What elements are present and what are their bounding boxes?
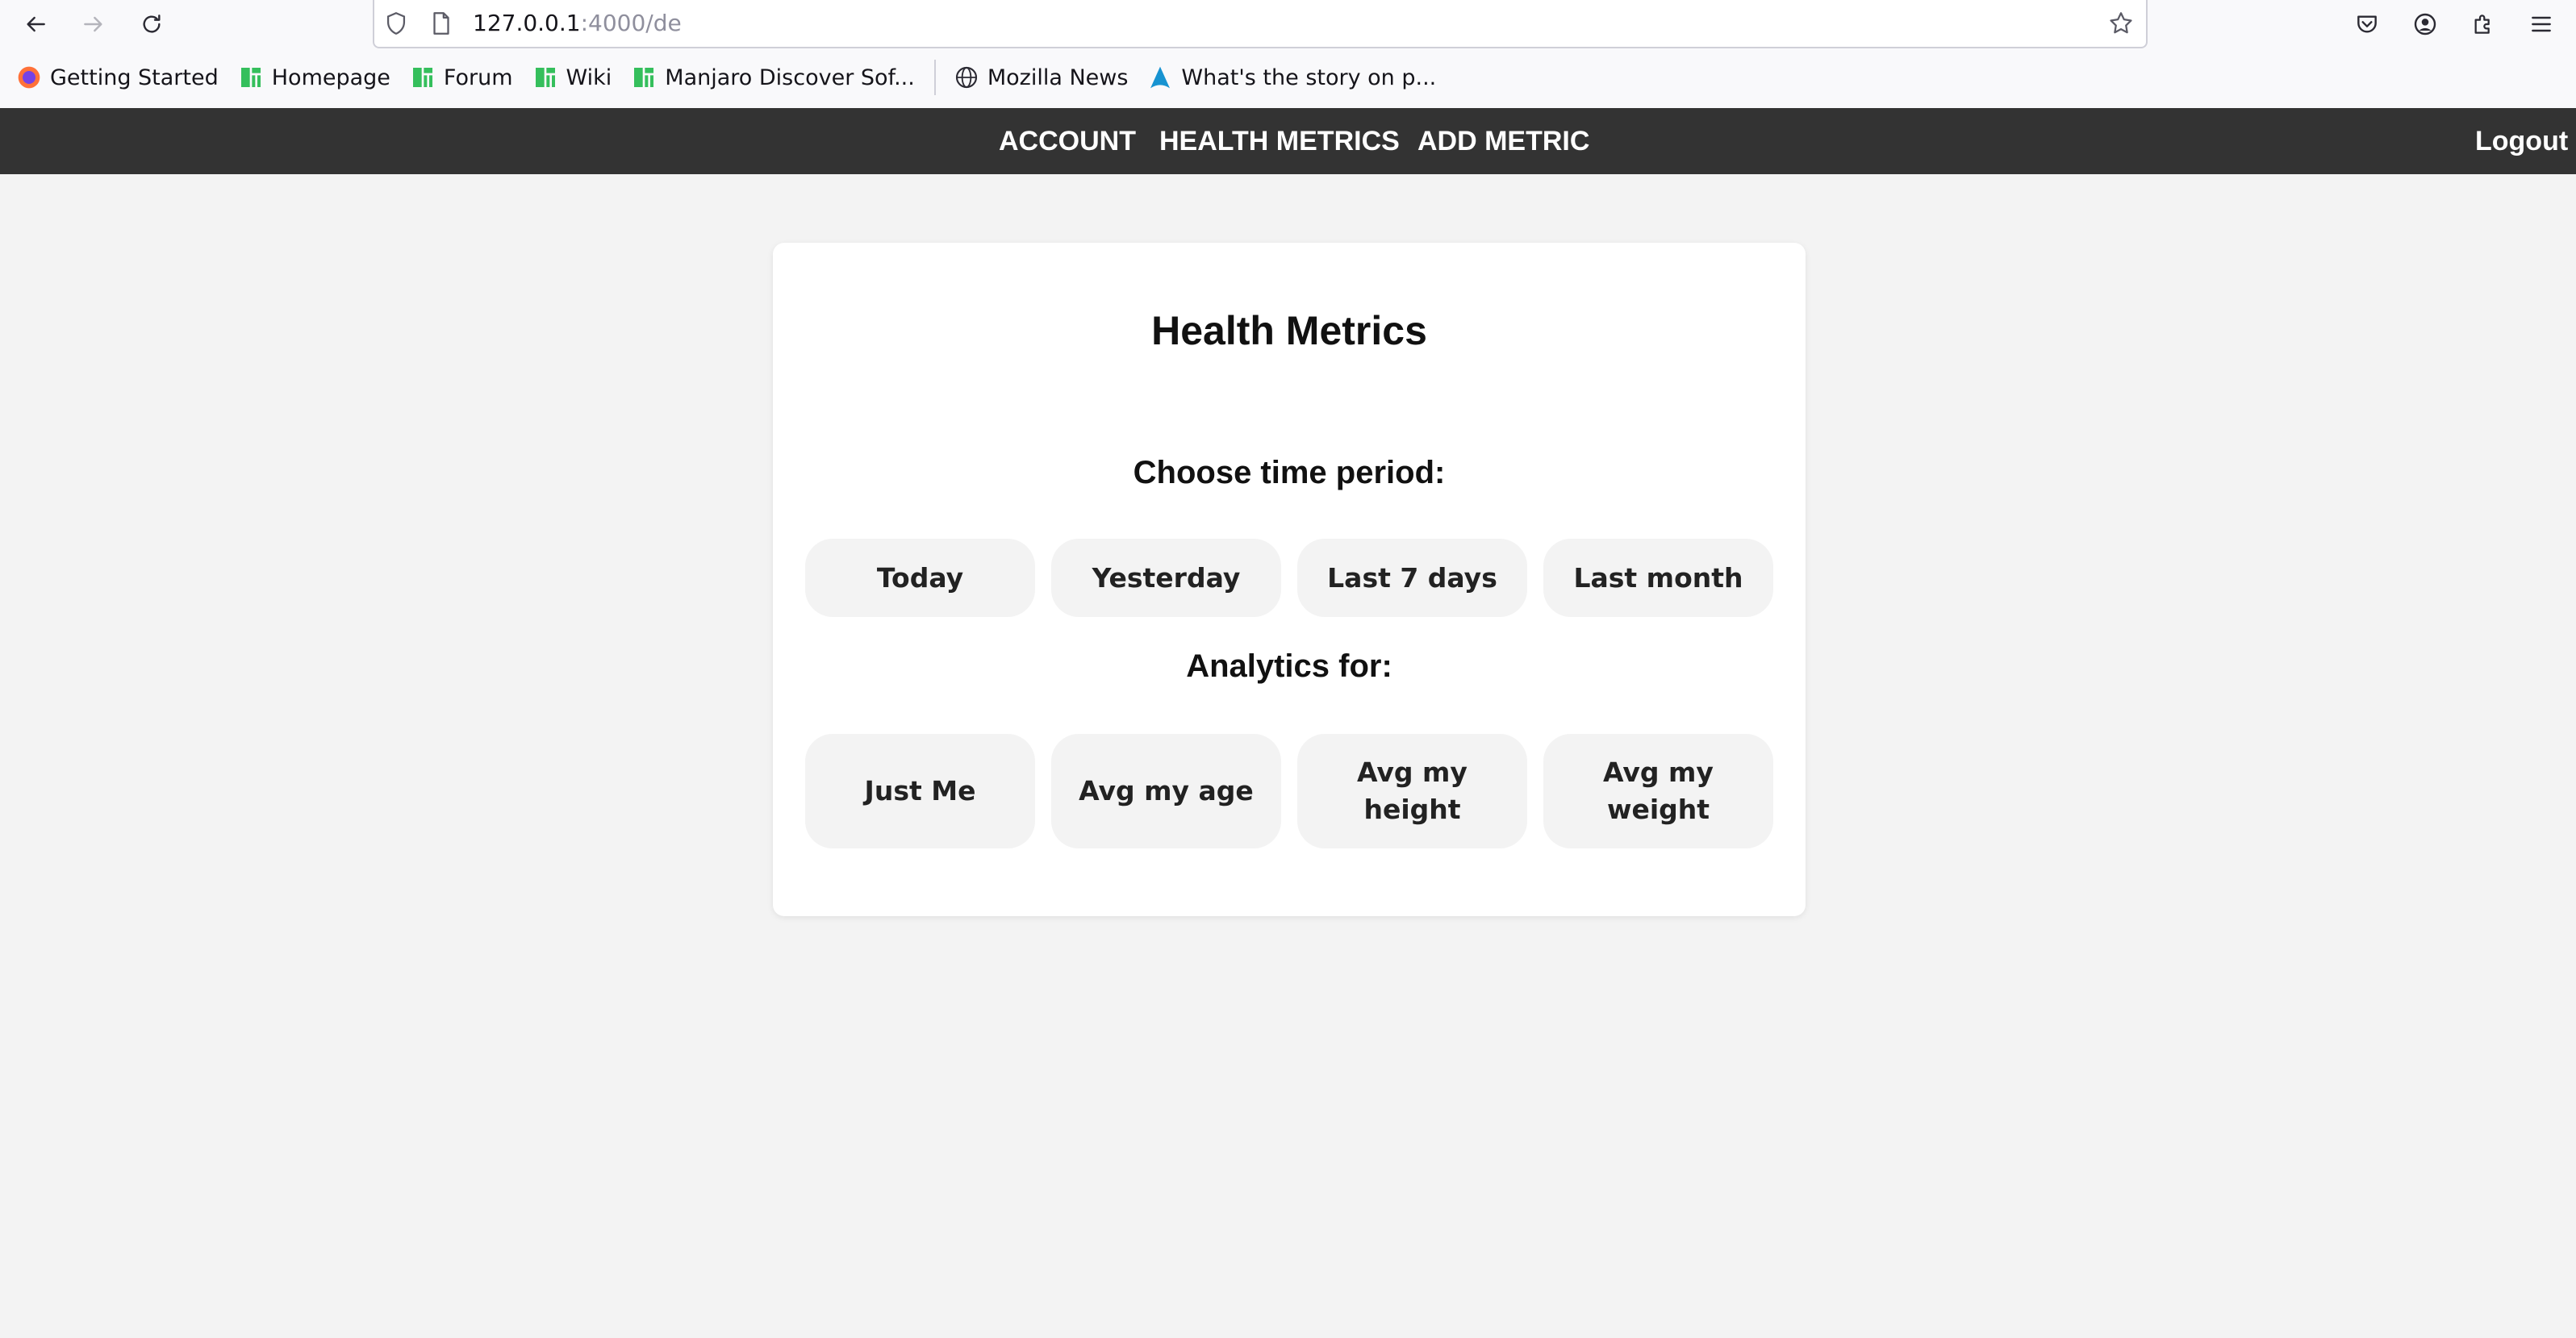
reload-button[interactable] xyxy=(134,6,169,42)
nav-account-link[interactable]: ACCOUNT xyxy=(999,126,1136,156)
bookmark-manjaro-discover[interactable]: Manjaro Discover Sof... xyxy=(631,65,915,90)
analytics-just-me-button[interactable]: Just Me xyxy=(805,734,1035,848)
browser-chrome: 127.0.0.1:4000/de Getting Started Homepa… xyxy=(0,0,2576,108)
pocket-icon xyxy=(2357,15,2377,33)
shield-icon[interactable] xyxy=(382,10,410,37)
url-text[interactable]: 127.0.0.1:4000/de xyxy=(473,10,682,37)
period-yesterday-button[interactable]: Yesterday xyxy=(1051,539,1281,617)
manjaro-icon xyxy=(532,65,558,90)
back-button[interactable] xyxy=(18,6,53,42)
period-last-7-days-button[interactable]: Last 7 days xyxy=(1297,539,1527,617)
bookmark-forum[interactable]: Forum xyxy=(410,65,513,90)
logout-link[interactable]: Logout xyxy=(2475,126,2568,156)
bookmark-mozilla-news[interactable]: Mozilla News xyxy=(954,65,1129,90)
analytics-avg-weight-button[interactable]: Avg my weight xyxy=(1543,734,1773,848)
arch-icon xyxy=(1147,65,1173,90)
hamburger-icon xyxy=(2532,16,2551,32)
bookmark-getting-started[interactable]: Getting Started xyxy=(16,65,219,90)
bookmark-label: Wiki xyxy=(566,65,612,90)
bookmark-label: Forum xyxy=(443,65,513,90)
time-period-heading: Choose time period: xyxy=(1133,455,1446,490)
time-period-buttons: Today Yesterday Last 7 days Last month xyxy=(805,539,1773,617)
page-title: Health Metrics xyxy=(1151,308,1427,353)
manjaro-icon xyxy=(238,65,264,90)
bookmarks-toolbar: Getting Started Homepage Forum Wiki Manj… xyxy=(0,47,2576,108)
bookmark-story[interactable]: What's the story on p... xyxy=(1147,65,1436,90)
page-icon[interactable] xyxy=(428,10,455,37)
bookmark-wiki[interactable]: Wiki xyxy=(532,65,612,90)
analytics-avg-height-button[interactable]: Avg my height xyxy=(1297,734,1527,848)
menu-button[interactable] xyxy=(2524,6,2559,42)
arrow-left-icon xyxy=(27,16,45,32)
url-bar[interactable]: 127.0.0.1:4000/de xyxy=(373,0,2148,48)
manjaro-icon xyxy=(631,65,657,90)
period-today-button[interactable]: Today xyxy=(805,539,1035,617)
bookmark-homepage[interactable]: Homepage xyxy=(238,65,390,90)
bookmark-label: Homepage xyxy=(271,65,390,90)
browser-toolbar: 127.0.0.1:4000/de xyxy=(0,0,2576,48)
pocket-button[interactable] xyxy=(2349,6,2385,42)
reload-icon xyxy=(143,15,161,33)
bookmark-label: Mozilla News xyxy=(987,65,1129,90)
extensions-button[interactable] xyxy=(2465,6,2501,42)
nav-health-metrics-link[interactable]: HEALTH METRICS xyxy=(1159,126,1400,156)
forward-button[interactable] xyxy=(76,6,111,42)
firefox-icon xyxy=(16,65,42,90)
analytics-avg-age-button[interactable]: Avg my age xyxy=(1051,734,1281,848)
analytics-heading: Analytics for: xyxy=(1186,648,1392,684)
globe-icon xyxy=(954,65,979,90)
site-navbar: ACCOUNT HEALTH METRICS ADD METRIC Logout xyxy=(0,108,2576,174)
analytics-buttons: Just Me Avg my age Avg my height Avg my … xyxy=(805,734,1773,848)
health-metrics-card: Health Metrics Choose time period: Today… xyxy=(773,243,1806,916)
bookmark-label: Getting Started xyxy=(50,65,219,90)
bookmark-label: Manjaro Discover Sof... xyxy=(665,65,915,90)
account-button[interactable] xyxy=(2407,6,2443,42)
nav-add-metric-link[interactable]: ADD METRIC xyxy=(1417,126,1589,156)
bookmark-label: What's the story on p... xyxy=(1181,65,1437,90)
manjaro-icon xyxy=(410,65,436,90)
period-last-month-button[interactable]: Last month xyxy=(1543,539,1773,617)
star-icon[interactable] xyxy=(2107,10,2135,37)
bookmarks-separator xyxy=(933,60,936,95)
arrow-right-icon xyxy=(84,16,102,32)
account-icon xyxy=(2414,13,2436,35)
puzzle-icon xyxy=(2474,15,2490,34)
